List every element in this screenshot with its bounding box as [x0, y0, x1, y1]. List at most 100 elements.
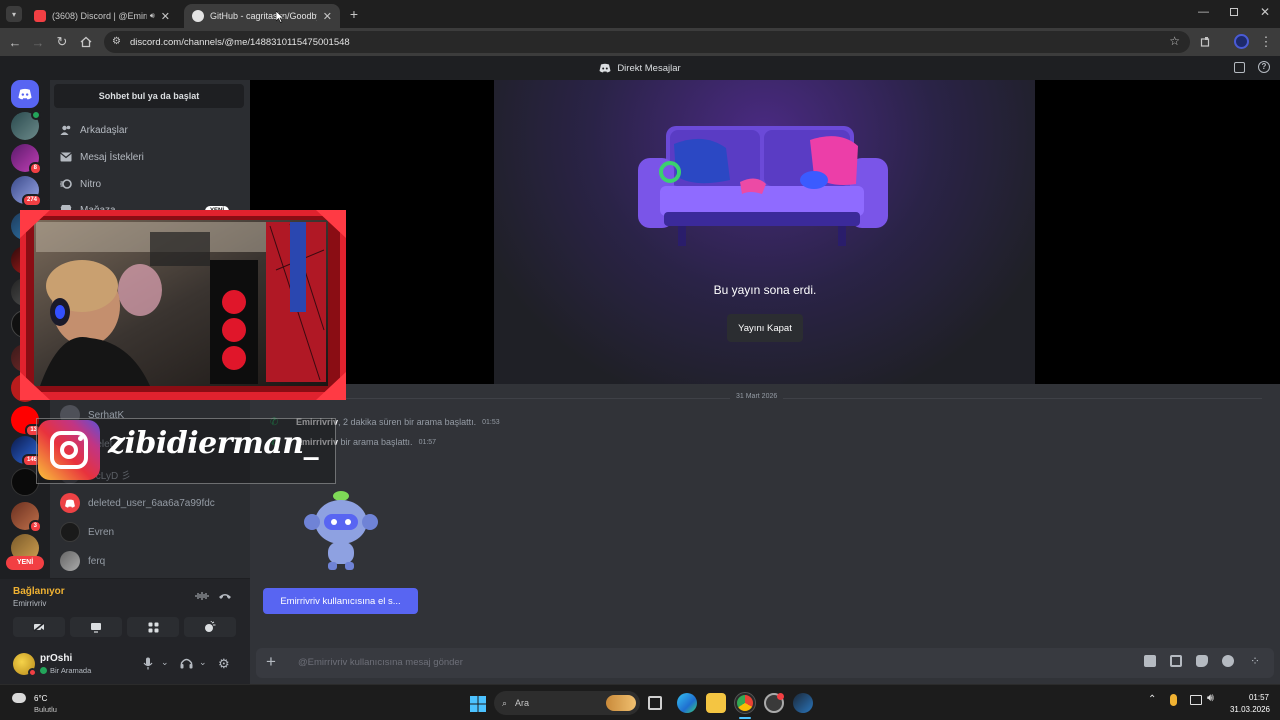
server-icon[interactable]: 146: [11, 436, 42, 467]
server-badge: 3: [28, 520, 42, 533]
close-stream-button[interactable]: Yayını Kapat: [727, 314, 803, 342]
add-attachment-icon[interactable]: +: [266, 653, 276, 671]
activities-button[interactable]: [127, 617, 179, 637]
discord-taskbar-icon[interactable]: [764, 693, 784, 713]
github-favicon-icon: [192, 10, 204, 22]
wave-button[interactable]: Emirrivriv kullanıcısına el s...: [263, 588, 418, 614]
nav-label: Arkadaşlar: [80, 124, 128, 136]
gear-icon: ⚙︎: [218, 656, 230, 671]
network-icon[interactable]: [1190, 695, 1202, 705]
taskbar-search[interactable]: ⌕ Ara: [494, 691, 640, 715]
chevron-down-icon[interactable]: ⌄: [199, 657, 207, 668]
disconnect-call-icon[interactable]: [218, 591, 232, 601]
home-dm-button[interactable]: [11, 80, 39, 108]
message-time: 01:53: [482, 418, 500, 426]
weather-icon[interactable]: [12, 693, 26, 703]
mouse-cursor-icon: [276, 11, 284, 23]
dm-user-item[interactable]: Evren: [60, 519, 114, 545]
nav-friends[interactable]: Arkadaşlar: [60, 120, 128, 140]
extensions-icon[interactable]: [1198, 34, 1214, 50]
message-composer: + @Emirrivriv kullanıcısına mesaj gönder…: [256, 648, 1274, 678]
screen-share-button[interactable]: [70, 617, 122, 637]
apps-icon[interactable]: ⁘: [1250, 655, 1260, 667]
forward-button[interactable]: →: [30, 34, 46, 50]
server-icon[interactable]: 3: [11, 502, 42, 533]
home-button[interactable]: [78, 34, 94, 50]
mail-icon: [60, 151, 72, 163]
headphones-button[interactable]: [180, 657, 193, 669]
screen-share-icon: [91, 622, 101, 633]
new-servers-pill[interactable]: YENİ: [6, 556, 44, 570]
dm-search-button[interactable]: Sohbet bul ya da başlat: [54, 84, 244, 108]
message-time: 01:57: [418, 438, 437, 446]
bookmark-star-icon[interactable]: ☆: [1169, 34, 1180, 48]
voice-channel[interactable]: Emirrivriv: [13, 599, 46, 608]
url-bar[interactable]: ⚙︎ discord.com/channels/@me/148831011547…: [104, 31, 1190, 53]
close-window-button[interactable]: ✕: [1260, 5, 1270, 19]
gif-icon[interactable]: [1170, 655, 1182, 667]
speaker-icon: 🔊︎: [149, 11, 155, 20]
emoji-icon[interactable]: [1222, 655, 1234, 667]
gift-icon[interactable]: [1144, 655, 1156, 667]
dm-username: ferq: [88, 555, 106, 567]
dm-user-item[interactable]: ferq: [60, 548, 105, 574]
reload-button[interactable]: ↻: [54, 34, 70, 50]
date-divider-label: 31 Mart 2026: [730, 393, 784, 400]
steam-icon[interactable]: [793, 693, 813, 713]
help-icon[interactable]: ?: [1258, 61, 1270, 73]
user-settings-button[interactable]: ⚙︎: [218, 656, 230, 672]
chrome-icon[interactable]: [734, 692, 756, 714]
nav-message-requests[interactable]: Mesaj İstekleri: [60, 147, 144, 167]
profile-avatar[interactable]: [1234, 34, 1249, 49]
dm-user-item[interactable]: deleted_user_6aa6a7a99fdc: [60, 490, 215, 516]
back-button[interactable]: ←: [7, 34, 23, 50]
url-text: discord.com/channels/@me/148831011547500…: [130, 36, 350, 48]
edge-icon[interactable]: [677, 693, 697, 713]
voice-signal-icon[interactable]: [195, 591, 209, 601]
menu-kebab-icon[interactable]: ⋮: [1258, 34, 1274, 50]
camera-off-button[interactable]: [13, 617, 65, 637]
site-info-icon[interactable]: ⚙︎: [112, 36, 121, 47]
chevron-down-icon[interactable]: ⌄: [161, 657, 169, 668]
close-tab-icon[interactable]: ✕: [161, 10, 170, 23]
server-icon[interactable]: [11, 110, 41, 140]
nav-nitro[interactable]: Nitro: [60, 174, 101, 194]
user-panel: prOshi Bir Aramada ⌄ ⌄ ⚙︎: [0, 646, 250, 684]
windows-start-icon[interactable]: [470, 696, 486, 712]
username: prOshi: [40, 653, 73, 664]
new-tab-button[interactable]: +: [346, 6, 362, 22]
stream-ended-text: Bu yayın sona erdi.: [713, 283, 817, 297]
show-hidden-icons[interactable]: ⌃: [1148, 694, 1156, 705]
voice-connection-panel: Bağlanıyor Emirrivriv: [0, 578, 250, 646]
microphone-tray-icon[interactable]: [1170, 694, 1177, 706]
server-icon[interactable]: 274: [11, 176, 42, 207]
minimize-button[interactable]: —: [1198, 6, 1212, 22]
server-icon[interactable]: 8: [11, 144, 42, 175]
active-app-indicator: [739, 717, 751, 719]
soundboard-icon: [205, 621, 216, 632]
server-icon[interactable]: [11, 468, 39, 496]
voice-status: Bağlanıyor: [13, 586, 65, 597]
sticker-icon[interactable]: [1196, 655, 1208, 667]
tab-discord[interactable]: (3608) Discord | @Emirrivriv 🔊︎ ✕: [26, 4, 178, 28]
close-tab-icon[interactable]: ✕: [323, 10, 332, 23]
nav-label: Mesaj İstekleri: [80, 151, 144, 163]
inbox-icon[interactable]: [1234, 62, 1245, 73]
restore-button[interactable]: [1230, 8, 1238, 16]
server-icon[interactable]: 13: [11, 406, 42, 437]
window-title: Direkt Mesajlar: [617, 62, 681, 74]
tab-list-button[interactable]: ▾: [6, 6, 22, 22]
tab-github[interactable]: GitHub - cagritaskn/GoodbyeD ✕: [184, 4, 340, 28]
clock-time[interactable]: 01:57: [1229, 693, 1269, 702]
windows-taskbar: 6°C Bulutlu ⌕ Ara ⌃ 🔊︎ 01:57 31.03.2026: [0, 684, 1280, 720]
weather-temp[interactable]: 6°C: [34, 694, 47, 703]
volume-icon[interactable]: 🔊︎: [1207, 692, 1214, 705]
soundboard-button[interactable]: [184, 617, 236, 637]
message-input[interactable]: @Emirrivriv kullanıcısına mesaj gönder: [298, 657, 463, 668]
clock-date[interactable]: 31.03.2026: [1222, 705, 1270, 714]
file-explorer-icon[interactable]: [706, 693, 726, 713]
discord-logo-icon: [18, 88, 32, 100]
notification-dot: [777, 693, 784, 700]
task-view-icon[interactable]: [648, 696, 662, 710]
microphone-button[interactable]: [143, 657, 153, 670]
